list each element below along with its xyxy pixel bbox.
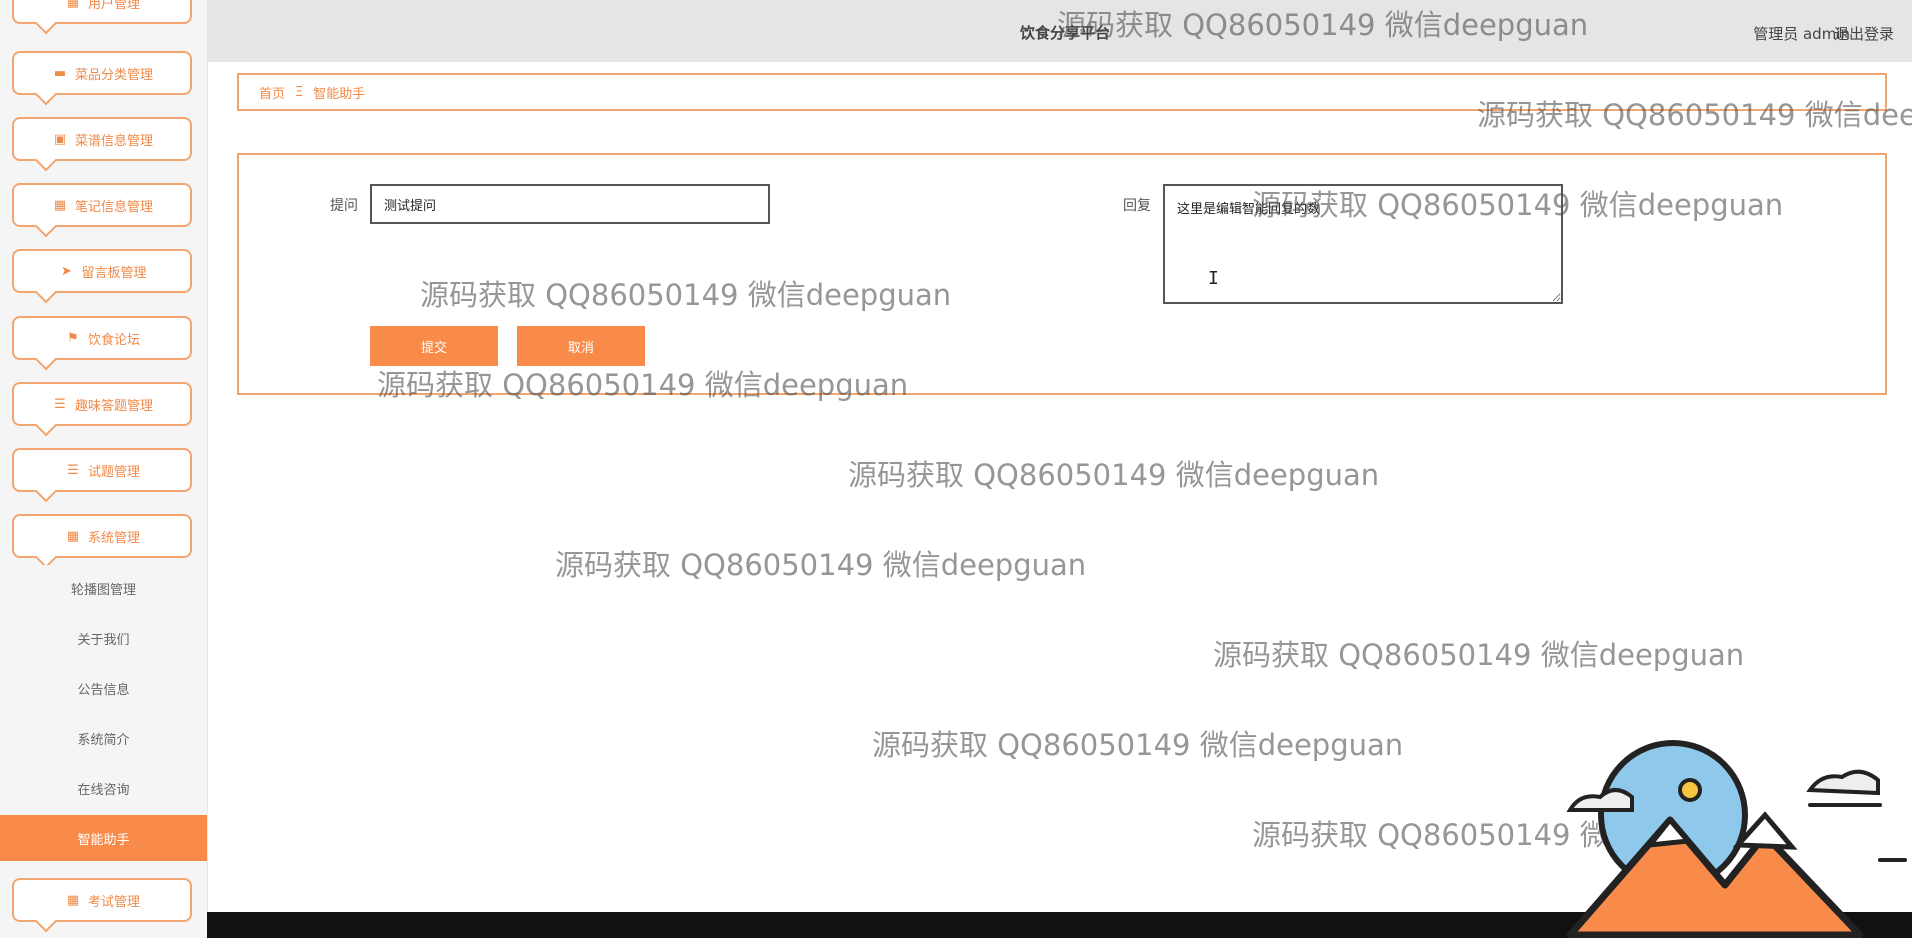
menu-label: 饮食论坛 <box>87 332 140 348</box>
menu-exam-management[interactable]: ▦ 考试管理 <box>12 878 192 922</box>
cancel-button[interactable]: 取消 <box>517 326 645 366</box>
menu-label: 考试管理 <box>87 894 140 910</box>
assistant-form-panel: 提问 回复 这里是编辑智能回复的数 提交 取消 <box>237 153 1887 395</box>
menu-label: 用户管理 <box>87 0 140 12</box>
mountain-illustration <box>1566 740 1907 938</box>
list-icon: ☰ <box>54 396 66 412</box>
send-icon: ➤ <box>61 263 72 279</box>
submenu-carousel[interactable]: 轮播图管理 <box>0 565 207 611</box>
system-submenu: 轮播图管理 关于我们 公告信息 系统简介 在线咨询 智能助手 <box>0 565 207 865</box>
menu-quiz-management[interactable]: ☰ 趣味答题管理 <box>12 382 192 426</box>
menu-label: 系统管理 <box>87 530 140 546</box>
briefcase-icon: ▣ <box>53 131 67 147</box>
monitor-icon: ▬ <box>53 65 67 81</box>
menu-question-management[interactable]: ☰ 试题管理 <box>12 448 192 492</box>
logout-link[interactable]: 退出登录 <box>1834 23 1894 44</box>
menu-dish-category[interactable]: ▬ 菜品分类管理 <box>12 51 192 95</box>
menu-label: 菜谱信息管理 <box>74 133 153 149</box>
breadcrumb-separator-icon: Ξ <box>295 84 304 100</box>
app-title: 饮食分享平台 <box>1020 24 1111 42</box>
menu-label: 笔记信息管理 <box>74 199 153 215</box>
menu-user-management[interactable]: ▦ 用户管理 <box>12 0 192 24</box>
menu-label: 趣味答题管理 <box>74 398 153 414</box>
menu-system-management[interactable]: ▦ 系统管理 <box>12 514 192 558</box>
text-cursor-icon: I <box>1208 268 1219 289</box>
menu-label: 留言板管理 <box>81 265 147 281</box>
list-icon: ☰ <box>67 462 79 478</box>
submenu-about-us[interactable]: 关于我们 <box>0 615 207 661</box>
menu-message-board[interactable]: ➤ 留言板管理 <box>12 249 192 293</box>
watermark: 源码获取 QQ86050149 微信deepguan <box>555 548 1087 582</box>
menu-recipe-info[interactable]: ▣ 菜谱信息管理 <box>12 117 192 161</box>
menu-forum[interactable]: ⚑ 饮食论坛 <box>12 316 192 360</box>
breadcrumb: 首页 Ξ 智能助手 <box>237 73 1887 111</box>
menu-label: 菜品分类管理 <box>74 67 153 83</box>
submenu-announcements[interactable]: 公告信息 <box>0 665 207 711</box>
flag-icon: ⚑ <box>67 330 79 346</box>
grid-icon: ▦ <box>66 0 80 10</box>
top-header: 饮食分享平台 管理员 admin 退出登录 <box>207 0 1912 62</box>
breadcrumb-home[interactable]: 首页 <box>259 83 285 102</box>
sidebar: ▦ 用户管理 ▬ 菜品分类管理 ▣ 菜谱信息管理 ▦ 笔记信息管理 ➤ 留言板管… <box>0 0 208 938</box>
grid-icon: ▦ <box>66 528 80 544</box>
submenu-smart-assistant[interactable]: 智能助手 <box>0 815 207 861</box>
watermark: 源码获取 QQ86050149 微信deepguan <box>848 458 1380 492</box>
menu-label: 试题管理 <box>87 464 140 480</box>
watermark: 源码获取 QQ86050149 微信deepguan <box>872 728 1404 762</box>
question-input[interactable] <box>370 184 770 224</box>
watermark: 源码获取 QQ86050149 微信deepguan <box>1213 638 1745 672</box>
answer-label: 回复 <box>1123 198 1151 214</box>
grid-icon: ▦ <box>66 892 80 908</box>
question-label: 提问 <box>330 198 358 214</box>
submenu-online-consult[interactable]: 在线咨询 <box>0 765 207 811</box>
breadcrumb-current: 智能助手 <box>313 86 366 102</box>
submit-button[interactable]: 提交 <box>370 326 498 366</box>
submenu-system-intro[interactable]: 系统简介 <box>0 715 207 761</box>
menu-notes-info[interactable]: ▦ 笔记信息管理 <box>12 183 192 227</box>
grid9-icon: ▦ <box>53 197 67 213</box>
answer-textarea[interactable]: 这里是编辑智能回复的数 <box>1163 184 1563 304</box>
